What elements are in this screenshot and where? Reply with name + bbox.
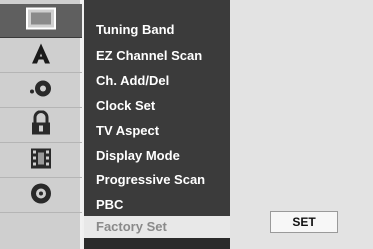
- setup-menu: Tuning Band EZ Channel Scan Ch. Add/Del …: [82, 0, 230, 249]
- set-button[interactable]: SET: [270, 211, 338, 233]
- menu-item-pbc[interactable]: PBC: [96, 194, 123, 216]
- menu-item-tv-aspect[interactable]: TV Aspect: [96, 120, 159, 142]
- lock-tab[interactable]: [0, 109, 82, 143]
- general-setup-tab[interactable]: [0, 4, 82, 38]
- menu-item-display-mode[interactable]: Display Mode: [96, 145, 180, 167]
- language-tab[interactable]: [0, 39, 82, 73]
- menu-item-factory-set[interactable]: Factory Set: [96, 216, 167, 238]
- menu-item-ch-add-del[interactable]: Ch. Add/Del: [96, 70, 169, 92]
- setup-screen: Tuning Band EZ Channel Scan Ch. Add/Del …: [0, 0, 373, 249]
- menu-item-tuning-band[interactable]: Tuning Band: [96, 19, 174, 41]
- lock-icon: [29, 109, 53, 141]
- disc-tab[interactable]: [0, 179, 82, 213]
- language-icon: [28, 41, 54, 70]
- recording-tab[interactable]: [0, 144, 82, 178]
- category-icon-column: [0, 0, 82, 249]
- menu-item-ez-channel-scan[interactable]: EZ Channel Scan: [96, 45, 202, 67]
- audio-icon: [27, 77, 55, 104]
- audio-tab[interactable]: [0, 74, 82, 108]
- menu-item-progressive-scan[interactable]: Progressive Scan: [96, 169, 205, 191]
- menu-item-clock-set[interactable]: Clock Set: [96, 95, 155, 117]
- disc-icon: [28, 181, 54, 210]
- recording-icon: [28, 146, 54, 175]
- menu-bottom-bar: [84, 238, 230, 249]
- general-setup-icon: [26, 7, 56, 34]
